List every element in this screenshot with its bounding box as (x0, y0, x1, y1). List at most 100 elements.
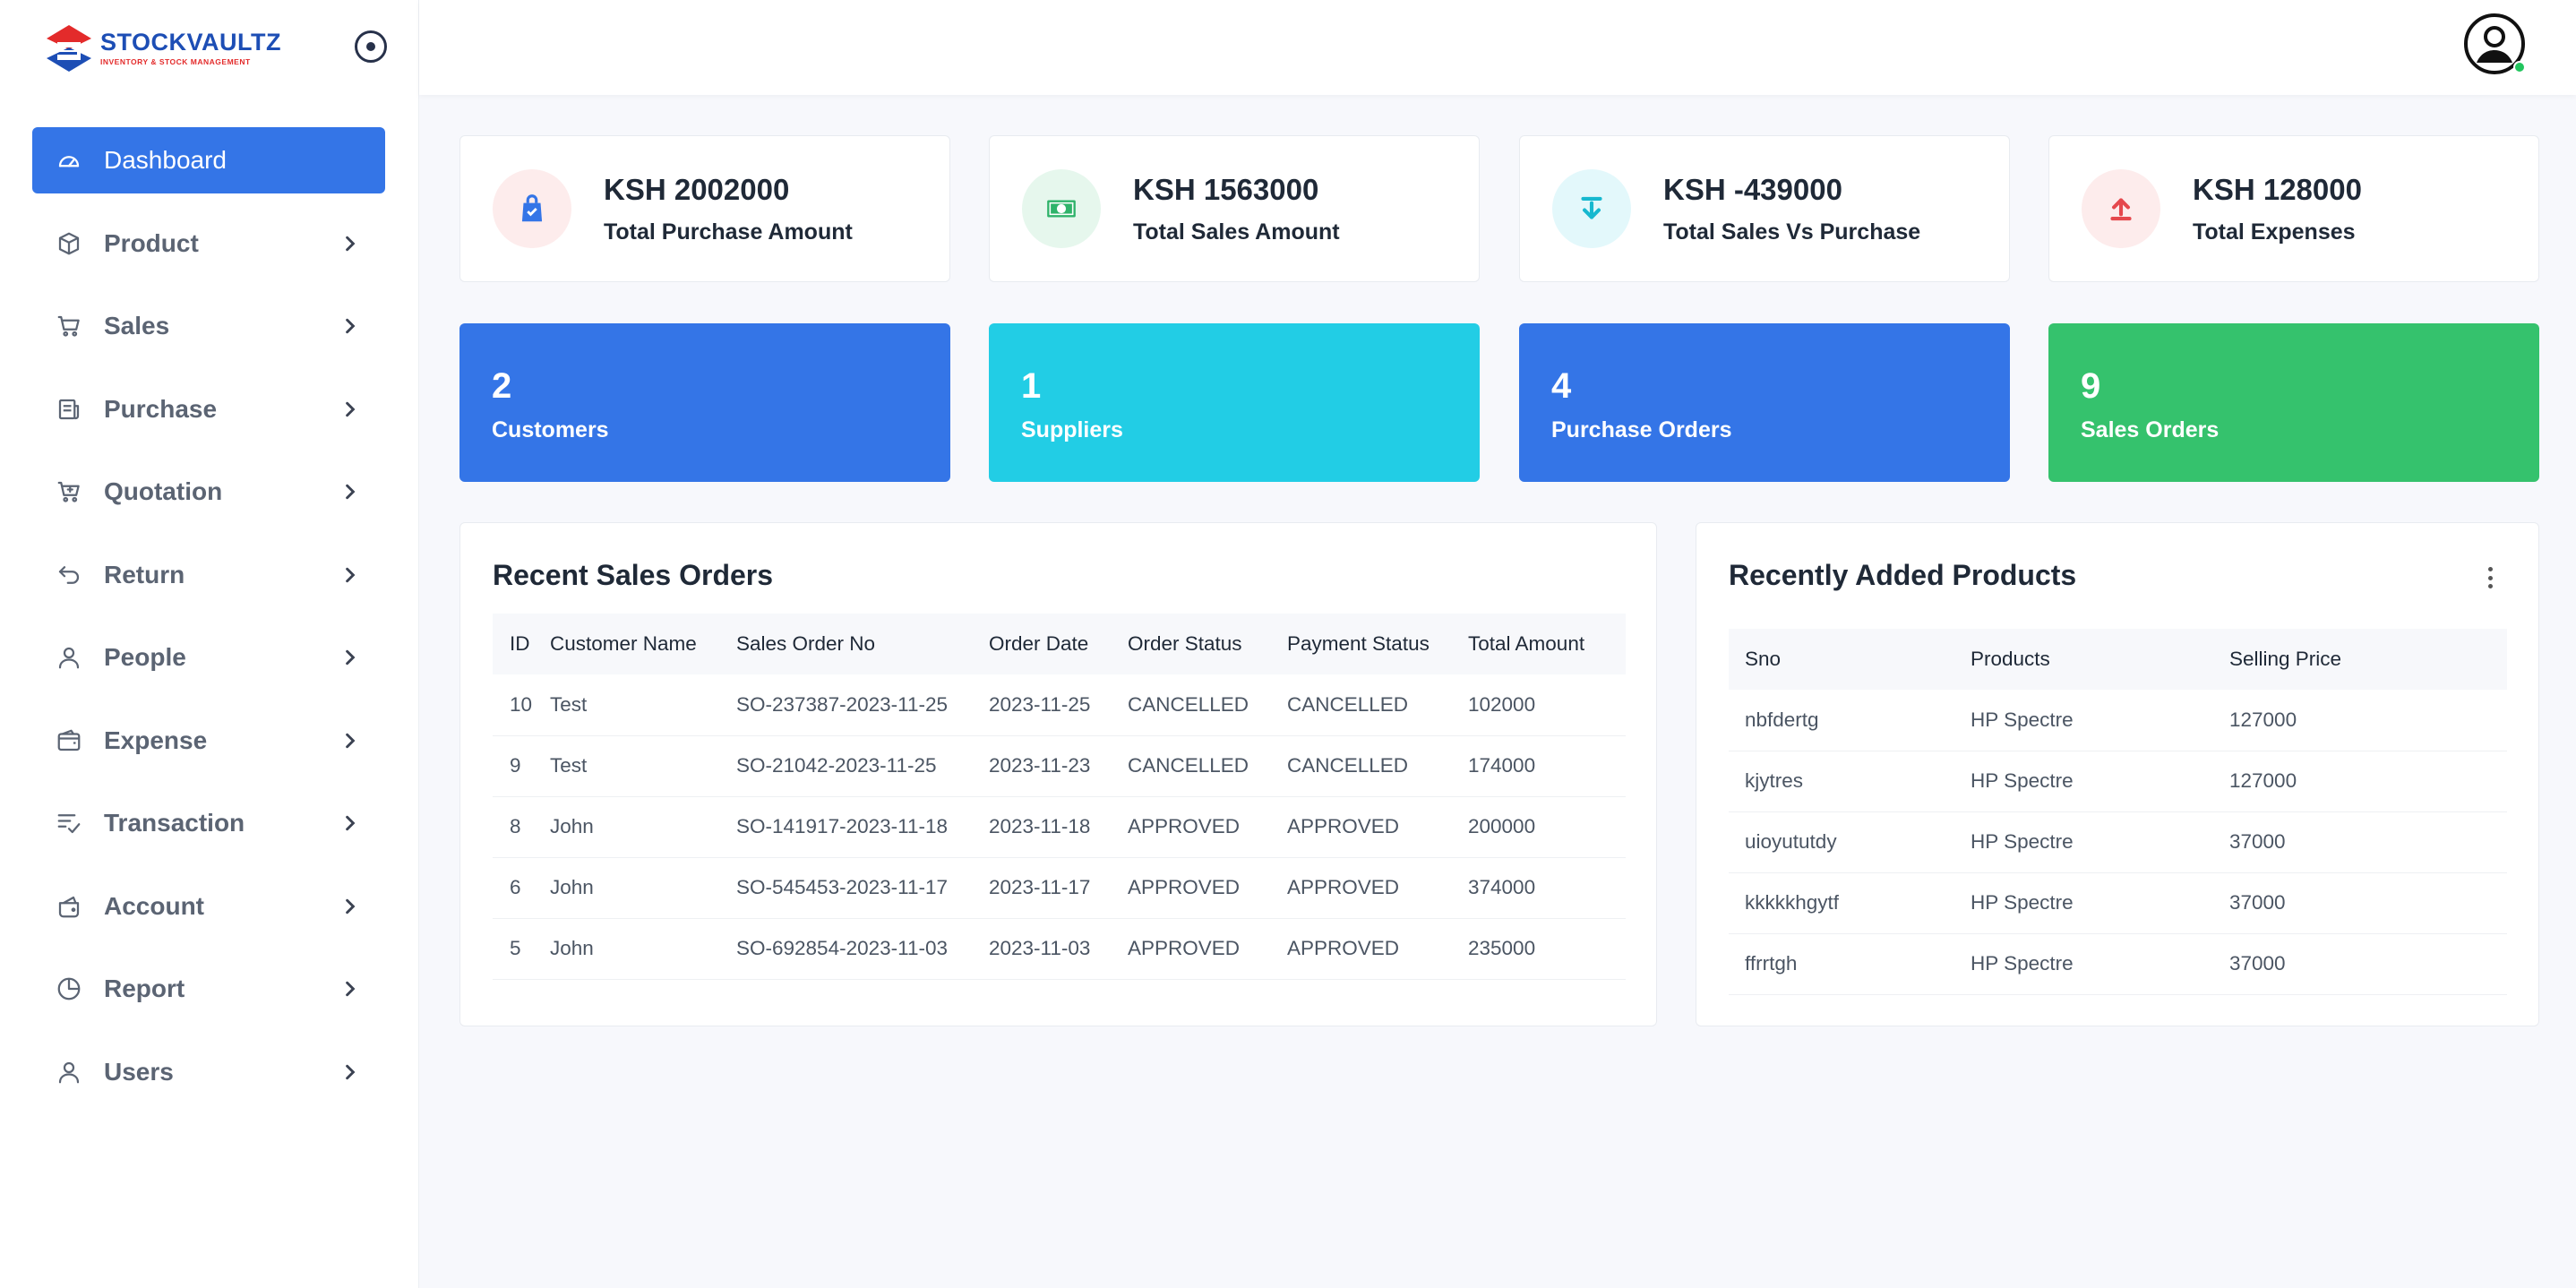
return-icon (56, 562, 82, 588)
column-header[interactable]: Customer Name (550, 614, 736, 674)
column-header[interactable]: Total Amount (1468, 614, 1626, 674)
sidebar-toggle-button[interactable] (355, 30, 387, 63)
stat-card-total-purchase: KSH 2002000 Total Purchase Amount (459, 135, 950, 282)
sidebar-item-people[interactable]: People (32, 624, 385, 691)
cell-sno: nbfdertg (1729, 690, 1971, 751)
count-label: Sales Orders (2081, 417, 2220, 442)
panel-title: Recent Sales Orders (493, 559, 774, 591)
user-avatar[interactable] (2463, 13, 2526, 75)
column-header[interactable]: Payment Status (1287, 614, 1468, 674)
purse-icon (56, 893, 82, 920)
table-row[interactable]: kkkkkhgytf HP Spectre 37000 (1729, 872, 2507, 934)
column-header[interactable]: Selling Price (2229, 629, 2507, 690)
sidebar-item-label: Sales (104, 312, 170, 339)
dashboard-icon (56, 147, 82, 174)
stat-card-sales-vs-purchase: KSH -439000 Total Sales Vs Purchase (1519, 135, 2010, 282)
sidebar-item-transaction[interactable]: Transaction (32, 790, 385, 856)
topbar (419, 0, 2576, 95)
cell-id: 10 (493, 674, 550, 736)
count-card-customers[interactable]: 2 Customers (459, 323, 950, 482)
cell-order-no: SO-692854-2023-11-03 (736, 918, 989, 980)
count-card-purchase-orders[interactable]: 4 Purchase Orders (1519, 323, 2010, 482)
column-header[interactable]: ID (493, 614, 550, 674)
sidebar-item-label: Transaction (104, 809, 245, 837)
count-number: 4 (1551, 366, 1572, 406)
column-header[interactable]: Products (1971, 629, 2229, 690)
column-header[interactable]: Sno (1729, 629, 1971, 690)
brand-tagline: INVENTORY & STOCK MANAGEMENT (100, 57, 251, 66)
count-card-sales-orders[interactable]: 9 Sales Orders (2048, 323, 2539, 482)
sidebar-item-users[interactable]: Users (32, 1039, 385, 1105)
cell-id: 8 (493, 796, 550, 858)
table-header-row: Sno Products Selling Price (1729, 629, 2507, 690)
column-header[interactable]: Order Status (1128, 614, 1287, 674)
cell-sno: ffrrtgh (1729, 933, 1971, 995)
chevron-right-icon (346, 567, 356, 582)
column-header[interactable]: Sales Order No (736, 614, 989, 674)
upload-icon (2082, 169, 2160, 248)
sidebar-item-purchase[interactable]: Purchase (32, 376, 385, 442)
cell-customer: Test (550, 674, 736, 736)
cell-id: 6 (493, 857, 550, 919)
more-options-icon[interactable] (2481, 564, 2499, 591)
table-row[interactable]: 6 John SO-545453-2023-11-17 2023-11-17 A… (493, 857, 1626, 919)
table-row[interactable]: nbfdertg HP Spectre 127000 (1729, 690, 2507, 751)
cell-price: 127000 (2229, 751, 2507, 812)
table-row[interactable]: 10 Test SO-237387-2023-11-25 2023-11-25 … (493, 674, 1626, 736)
cell-payment-status: CANCELLED (1287, 674, 1468, 736)
table-row[interactable]: uioyututdy HP Spectre 37000 (1729, 811, 2507, 873)
count-number: 9 (2081, 366, 2101, 406)
cell-order-status: APPROVED (1128, 796, 1287, 858)
cell-order-status: CANCELLED (1128, 674, 1287, 736)
stat-label: Total Purchase Amount (604, 219, 853, 245)
cell-date: 2023-11-03 (989, 918, 1128, 980)
cell-product: HP Spectre (1971, 872, 2229, 934)
brand[interactable]: STOCKVAULTZ INVENTORY & STOCK MANAGEMENT (43, 21, 281, 75)
stat-card-total-sales: KSH 1563000 Total Sales Amount (989, 135, 1480, 282)
sidebar-item-account[interactable]: Account (32, 873, 385, 940)
table-row[interactable]: 9 Test SO-21042-2023-11-25 2023-11-23 CA… (493, 735, 1626, 797)
sidebar-item-quotation[interactable]: Quotation (32, 459, 385, 525)
sidebar-item-sales[interactable]: Sales (32, 293, 385, 359)
stat-amount: KSH -439000 (1663, 172, 1842, 206)
sidebar-item-label: Product (104, 228, 199, 257)
table-row[interactable]: kjytres HP Spectre 127000 (1729, 751, 2507, 812)
sidebar-item-product[interactable]: Product (32, 210, 385, 277)
cell-price: 127000 (2229, 690, 2507, 751)
sidebar-item-return[interactable]: Return (32, 542, 385, 608)
count-label: Purchase Orders (1551, 417, 1732, 442)
table-row[interactable]: ffrrtgh HP Spectre 37000 (1729, 933, 2507, 995)
receipt-icon (56, 396, 82, 423)
table-row[interactable]: 5 John SO-692854-2023-11-03 2023-11-03 A… (493, 918, 1626, 980)
count-number: 1 (1021, 366, 1042, 406)
stat-label: Total Sales Amount (1133, 219, 1340, 245)
cell-customer: Test (550, 735, 736, 797)
count-label: Customers (492, 417, 609, 442)
cell-total: 374000 (1468, 857, 1626, 919)
checklist-icon (56, 810, 82, 837)
cell-order-status: APPROVED (1128, 918, 1287, 980)
cell-date: 2023-11-25 (989, 674, 1128, 736)
cell-sno: uioyututdy (1729, 811, 1971, 873)
cell-total: 200000 (1468, 796, 1626, 858)
cell-price: 37000 (2229, 811, 2507, 873)
cell-product: HP Spectre (1971, 811, 2229, 873)
stat-label: Total Expenses (2193, 219, 2356, 245)
cell-customer: John (550, 857, 736, 919)
sidebar-item-expense[interactable]: Expense (32, 708, 385, 774)
cell-total: 235000 (1468, 918, 1626, 980)
cell-product: HP Spectre (1971, 751, 2229, 812)
column-header[interactable]: Order Date (989, 614, 1128, 674)
recent-sales-table: ID Customer Name Sales Order No Order Da… (493, 614, 1626, 980)
sidebar-item-report[interactable]: Report (32, 956, 385, 1022)
cell-payment-status: CANCELLED (1287, 735, 1468, 797)
stat-amount: KSH 1563000 (1133, 172, 1319, 206)
table-row[interactable]: 8 John SO-141917-2023-11-18 2023-11-18 A… (493, 796, 1626, 858)
stat-label: Total Sales Vs Purchase (1663, 219, 1921, 245)
cell-date: 2023-11-18 (989, 796, 1128, 858)
count-card-suppliers[interactable]: 1 Suppliers (989, 323, 1480, 482)
sidebar-item-dashboard[interactable]: Dashboard (32, 127, 385, 193)
cell-total: 174000 (1468, 735, 1626, 797)
shopping-bag-icon (493, 169, 571, 248)
wallet-icon (56, 727, 82, 754)
